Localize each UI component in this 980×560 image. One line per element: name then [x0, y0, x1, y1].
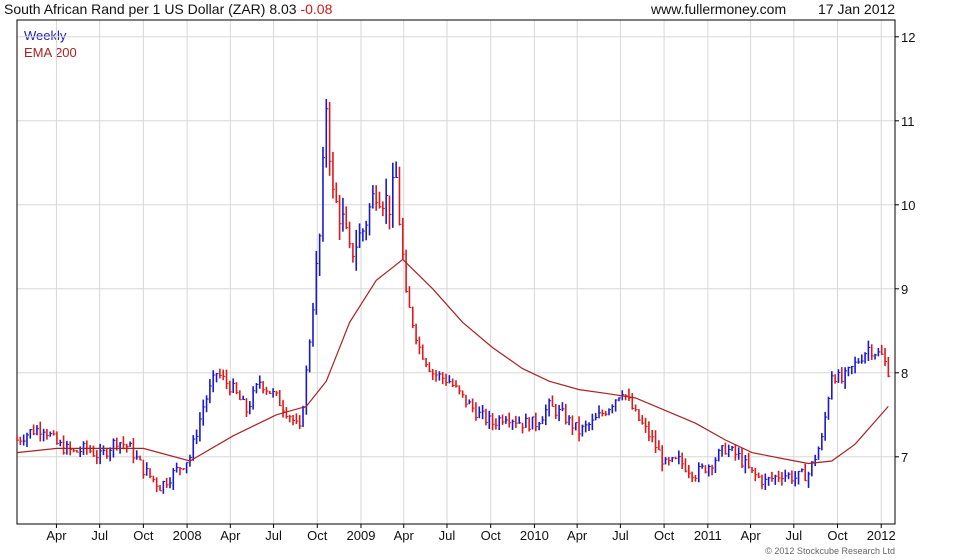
x-tick-label: Oct: [307, 528, 328, 543]
ema-line: [16, 258, 889, 465]
x-tick-label: Oct: [654, 528, 675, 543]
x-tick-label: Jul: [785, 528, 802, 543]
y-tick-label: 12: [901, 30, 915, 45]
x-tick-label: 2009: [347, 528, 376, 543]
y-tick-label: 7: [901, 450, 908, 465]
x-tick-label: Apr: [567, 528, 588, 543]
x-tick-label: 2010: [520, 528, 549, 543]
y-tick-label: 11: [901, 114, 915, 129]
x-tick-label: Jul: [91, 528, 108, 543]
y-tick-label: 10: [901, 198, 915, 213]
x-tick-label: Oct: [827, 528, 848, 543]
x-tick-label: Jul: [439, 528, 456, 543]
x-tick-label: Jul: [612, 528, 629, 543]
x-tick-label: Apr: [220, 528, 241, 543]
x-tick-label: Apr: [46, 528, 67, 543]
y-tick-label: 8: [901, 366, 908, 381]
copyright-text: © 2012 Stockcube Research Ltd: [765, 546, 895, 556]
plot-frame: [16, 19, 896, 525]
y-tick-label: 9: [901, 282, 908, 297]
x-tick-label: Apr: [394, 528, 415, 543]
x-tick-label: Apr: [740, 528, 761, 543]
x-tick-label: Jul: [265, 528, 282, 543]
x-tick-label: Oct: [481, 528, 502, 543]
price-chart: 7 8 9 10 11 12 Apr Jul Oct 2008 Apr Jul Oct 2009 Apr Ju…: [16, 19, 915, 543]
x-tick-label: 2012: [867, 528, 896, 543]
x-tick-label: Oct: [133, 528, 154, 543]
chart-root: South African Rand per 1 US Dollar (ZAR)…: [0, 0, 980, 560]
x-tick-label: 2011: [694, 528, 722, 543]
x-tick-label: 2008: [173, 528, 202, 543]
